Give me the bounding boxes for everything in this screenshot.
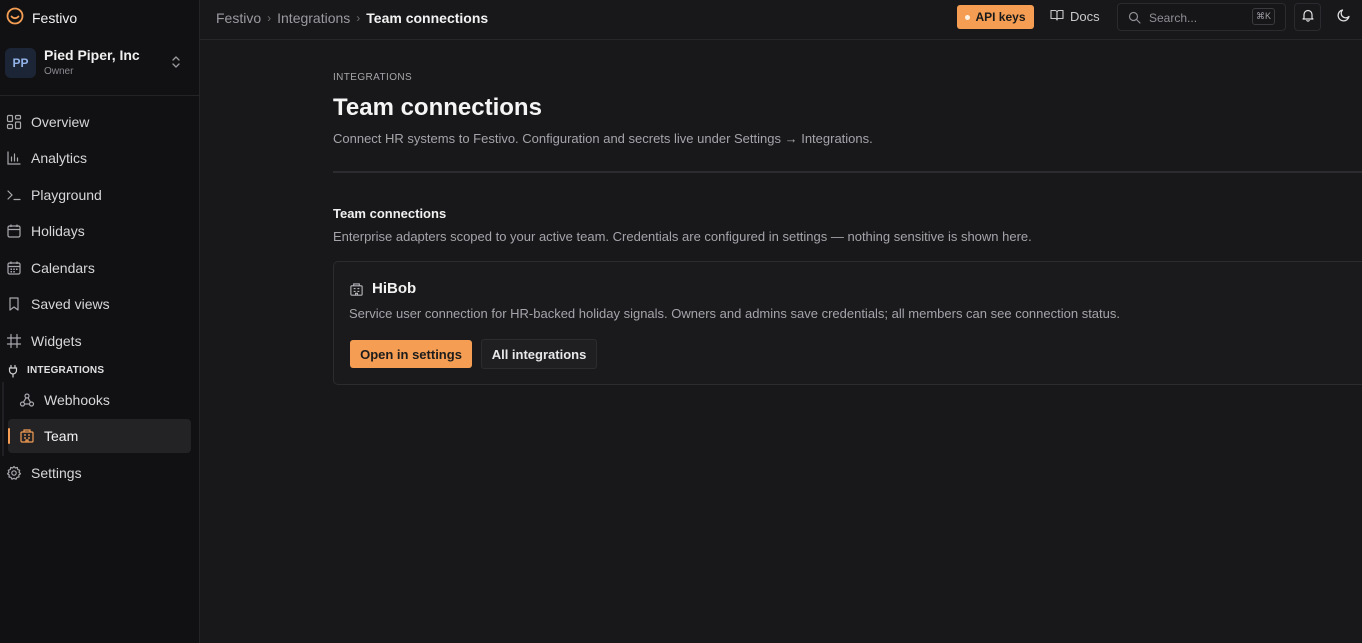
sidebar-item-label: Holidays [31,223,85,239]
sidebar-item-label: Widgets [31,333,82,349]
org-name: Pied Piper, Inc [44,47,140,63]
sidebar-item-analytics[interactable]: Analytics [0,143,199,173]
terminal-icon [6,187,22,203]
bell-icon [1301,8,1315,27]
card-title: HiBob [372,280,417,297]
sidebar-item-overview[interactable]: Overview [0,107,199,137]
sidebar-item-playground[interactable]: Playground [0,180,199,210]
docs-button[interactable]: Docs [1050,8,1100,25]
page-eyebrow: INTEGRATIONS [333,72,413,83]
sidebar-item-saved-views[interactable]: Saved views [0,289,199,319]
sidebar-item-label: Analytics [31,150,88,166]
moon-icon [1337,8,1351,27]
festivo-logo-icon [6,7,24,30]
sidebar-item-label: Saved views [31,296,110,312]
bookmark-icon [6,296,22,312]
org-avatar: PP [5,48,36,78]
plug-icon [6,364,20,383]
search-input[interactable]: Search... ⌘K [1117,3,1286,31]
integration-card-hibob: HiBob Service user connection for HR-bac… [333,261,1362,385]
app-name: Festivo [32,10,78,26]
card-description: Service user connection for HR-backed ho… [349,306,1120,321]
chevron-right-icon: › [356,11,361,25]
calendar-days-icon [6,260,22,276]
section-subtitle: Enterprise adapters scoped to your activ… [333,229,1032,244]
all-integrations-button[interactable]: All integrations [481,339,597,369]
gear-icon [6,465,22,481]
page-subtitle: Connect HR systems to Festivo. Configura… [333,131,873,146]
brand[interactable]: Festivo [6,7,78,30]
api-keys-button[interactable]: API keys [957,5,1034,29]
sidebar-item-label: Webhooks [44,392,110,408]
sidebar-item-holidays[interactable]: Holidays [0,216,199,246]
topbar: Festivo › Integrations › Team connection… [200,0,1362,40]
sidebar-item-settings[interactable]: Settings [0,458,199,488]
breadcrumb-current: Team connections [366,10,489,26]
org-role: Owner [44,66,74,77]
chevron-right-icon: › [267,11,272,25]
sidebar-item-label: Playground [31,187,102,203]
webhook-icon [19,392,35,413]
open-in-settings-button[interactable]: Open in settings [350,340,472,368]
sidebar: Festivo PP Pied Piper, Inc Owner Overvie… [0,0,200,643]
notifications-button[interactable] [1294,3,1321,31]
section-title: Team connections [333,206,447,221]
api-keys-label: API keys [975,10,1026,24]
grid-icon [6,114,22,130]
sidebar-item-label: Overview [31,114,90,130]
chevron-up-down-icon [170,54,182,75]
book-open-icon [1050,8,1064,25]
docs-label: Docs [1070,9,1100,24]
sidebar-section-integrations[interactable]: INTEGRATIONS [0,362,199,380]
sidebar-item-webhooks[interactable]: Webhooks [8,383,191,417]
sidebar-item-label: Team [44,428,79,444]
building-icon [349,282,364,302]
theme-toggle-button[interactable] [1333,6,1355,28]
search-icon [1128,11,1141,29]
breadcrumb-festivo[interactable]: Festivo [216,10,261,26]
sub-nav-rail [2,382,4,456]
sidebar-item-calendars[interactable]: Calendars [0,253,199,283]
sidebar-section-label: INTEGRATIONS [27,365,105,376]
breadcrumb-integrations[interactable]: Integrations [277,10,350,26]
org-switcher[interactable]: PP Pied Piper, Inc Owner [0,40,199,96]
bar-chart-icon [6,150,22,166]
calendar-icon [6,223,22,239]
search-placeholder: Search... [1149,11,1198,25]
sidebar-item-label: Settings [31,465,82,481]
building-icon [19,428,35,449]
sidebar-item-widgets[interactable]: Widgets [0,326,199,356]
divider [333,171,1362,173]
sidebar-item-label: Calendars [31,260,95,276]
sidebar-item-team[interactable]: Team [8,419,191,453]
search-shortcut: ⌘K [1252,8,1275,25]
status-dot-icon [965,14,971,20]
hash-icon [6,333,22,349]
page-title: Team connections [333,94,542,121]
breadcrumb: Festivo › Integrations › Team connection… [216,10,488,26]
